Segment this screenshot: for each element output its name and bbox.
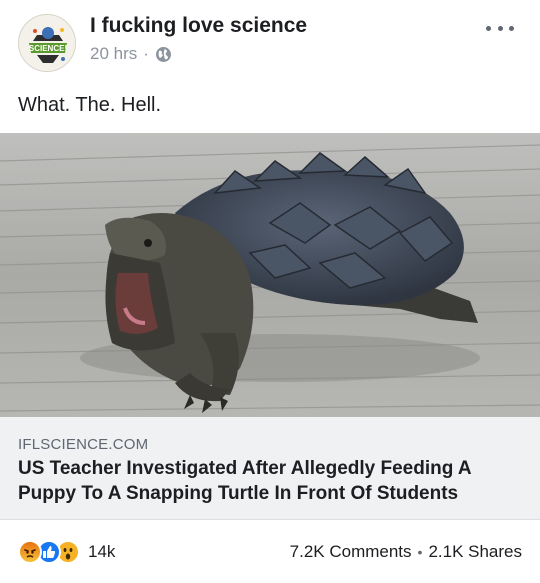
reactions-summary[interactable]: 14k [18,540,115,564]
science-logo-icon: SCIENCE! [19,15,75,71]
link-preview-card[interactable]: IFLSCIENCE.COM US Teacher Investigated A… [0,417,540,520]
globe-icon [155,46,172,63]
link-domain: IFLSCIENCE.COM [18,436,149,453]
avatar-logo-text: SCIENCE! [29,44,67,53]
page-avatar[interactable]: SCIENCE! [18,14,76,72]
post-header: SCIENCE! I fucking love science 20 hrs · [0,0,540,80]
post-meta: 20 hrs · [90,44,172,64]
comments-count[interactable]: 7.2K Comments [290,542,412,562]
shares-count[interactable]: 2.1K Shares [428,542,522,562]
post-footer: 14k 7.2K Comments • 2.1K Shares [0,520,540,583]
post-text: What. The. Hell. [18,94,162,116]
link-preview-image[interactable] [0,133,540,417]
snapping-turtle-photo [0,133,540,417]
angry-icon [18,540,42,564]
stats-separator: • [417,544,423,560]
reaction-count: 14k [88,542,116,561]
engagement-stats: 7.2K Comments • 2.1K Shares [290,542,522,562]
meta-separator: · [143,44,149,63]
more-options-icon[interactable] [486,22,514,34]
page-name-link[interactable]: I fucking love science [90,14,307,38]
post-timestamp[interactable]: 20 hrs [90,44,137,64]
link-title[interactable]: US Teacher Investigated After Allegedly … [18,456,518,506]
